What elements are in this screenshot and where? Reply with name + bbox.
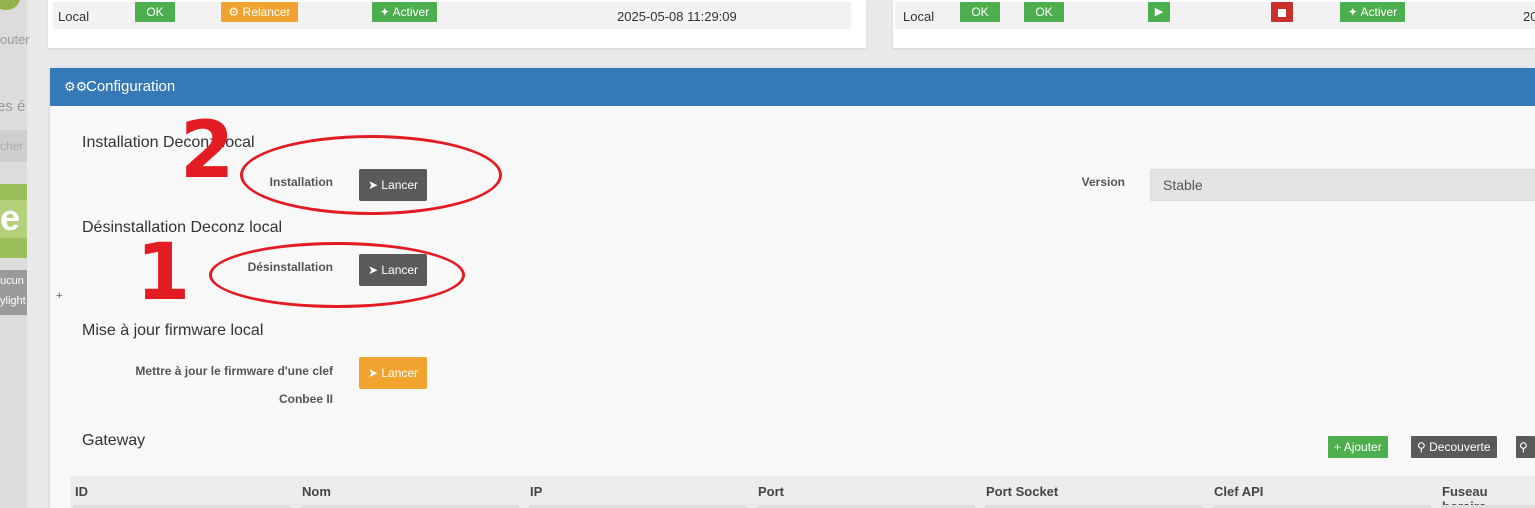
gateway-table-header: ID Nom IP Port Port Socket Clef API Fuse… <box>70 476 1535 508</box>
wand-icon: ✦ <box>379 5 390 19</box>
plus-icon: + <box>1334 440 1342 454</box>
stop-icon <box>1278 8 1286 17</box>
status-row: Local OK OK ▶ ✦ Activer 20 <box>895 2 1535 29</box>
discover-label: Decouverte <box>1429 440 1491 454</box>
search-icon: ⚲ <box>1519 440 1528 454</box>
search-icon: ⚲ <box>1417 440 1426 454</box>
sidebar-text-fragment: outer <box>0 32 30 47</box>
column-header: Port <box>758 484 784 499</box>
column-header: IP <box>530 484 543 499</box>
status-row: Local OK ⚙ Relancer ✦ Activer 2025-05-08… <box>53 2 851 29</box>
ok-badge: OK <box>1024 2 1064 22</box>
annotation-number-2: 2 <box>180 106 235 196</box>
sidebar-caption-text: ylight <box>0 295 26 307</box>
status-panel-left: Local OK ⚙ Relancer ✦ Activer 2025-05-08… <box>48 0 866 48</box>
firmware-launch-button[interactable]: ➤ Lancer <box>359 357 427 389</box>
row-label: Local <box>58 9 90 24</box>
annotation-ellipse-install <box>240 135 502 215</box>
bike-icon: ⚙ <box>228 5 240 19</box>
firmware-section-title: Mise à jour firmware local <box>82 322 264 339</box>
sidebar-avatar-icon <box>0 0 20 10</box>
last-launch-date: 20 <box>1523 9 1535 24</box>
restart-button[interactable]: ⚙ Relancer <box>221 2 298 22</box>
discover-button[interactable]: ⚲ Decouverte <box>1411 436 1497 458</box>
version-select[interactable]: Stable <box>1150 169 1535 201</box>
sidebar-text-fragment: es é <box>0 98 26 115</box>
start-button[interactable]: ▶ <box>1148 2 1170 22</box>
restart-label: Relancer <box>242 5 291 19</box>
firmware-label-device: Conbee II <box>278 392 333 406</box>
sidebar-search-input[interactable]: cher <box>0 130 27 162</box>
configuration-title: Configuration <box>86 78 176 95</box>
stop-button[interactable] <box>1271 2 1293 22</box>
wand-icon: ✦ <box>1347 5 1358 19</box>
column-header: ID <box>75 484 88 499</box>
activate-label: Activer <box>392 5 430 19</box>
column-header: Clef API <box>1214 484 1264 499</box>
configuration-header: ⚙⚙Configuration <box>50 68 1535 106</box>
launch-label: Lancer <box>381 366 419 380</box>
row-label: Local <box>903 9 935 24</box>
ok-badge: OK <box>135 2 175 22</box>
rocket-icon: ➤ <box>367 366 378 380</box>
ok-badge: OK <box>960 2 1000 22</box>
plus-marker: + <box>56 290 63 302</box>
search-button[interactable]: ⚲ <box>1516 436 1535 458</box>
last-launch-date: 2025-05-08 11:29:09 <box>617 9 737 24</box>
column-header: Nom <box>302 484 331 499</box>
sidebar: outer es é cher e ucun ylight <box>0 0 30 508</box>
add-label: Ajouter <box>1343 440 1382 454</box>
sidebar-caption-text: ucun <box>0 275 24 287</box>
status-panel-right: Local OK OK ▶ ✦ Activer 20 <box>893 0 1535 48</box>
annotation-ellipse-uninstall <box>209 242 465 308</box>
column-header: Port Socket <box>986 484 1059 499</box>
sidebar-search-placeholder: cher <box>0 139 24 153</box>
annotation-number-1: 1 <box>136 228 191 318</box>
gateway-section-title: Gateway <box>82 432 146 449</box>
firmware-label: Mettre à jour le firmware d'une clef <box>135 364 333 378</box>
plugin-logo-icon: e <box>0 200 27 238</box>
activate-label: Activer <box>1360 5 1398 19</box>
play-icon: ▶ <box>1154 6 1164 18</box>
sidebar-plugin-caption: ucun ylight <box>0 270 27 315</box>
activate-button[interactable]: ✦ Activer <box>1340 2 1405 22</box>
add-gateway-button[interactable]: + Ajouter <box>1328 436 1388 458</box>
sidebar-plugin-tile[interactable]: e <box>0 184 27 258</box>
cogs-icon: ⚙⚙ <box>64 79 88 94</box>
activate-button[interactable]: ✦ Activer <box>372 2 437 22</box>
version-label: Version <box>1081 175 1125 189</box>
